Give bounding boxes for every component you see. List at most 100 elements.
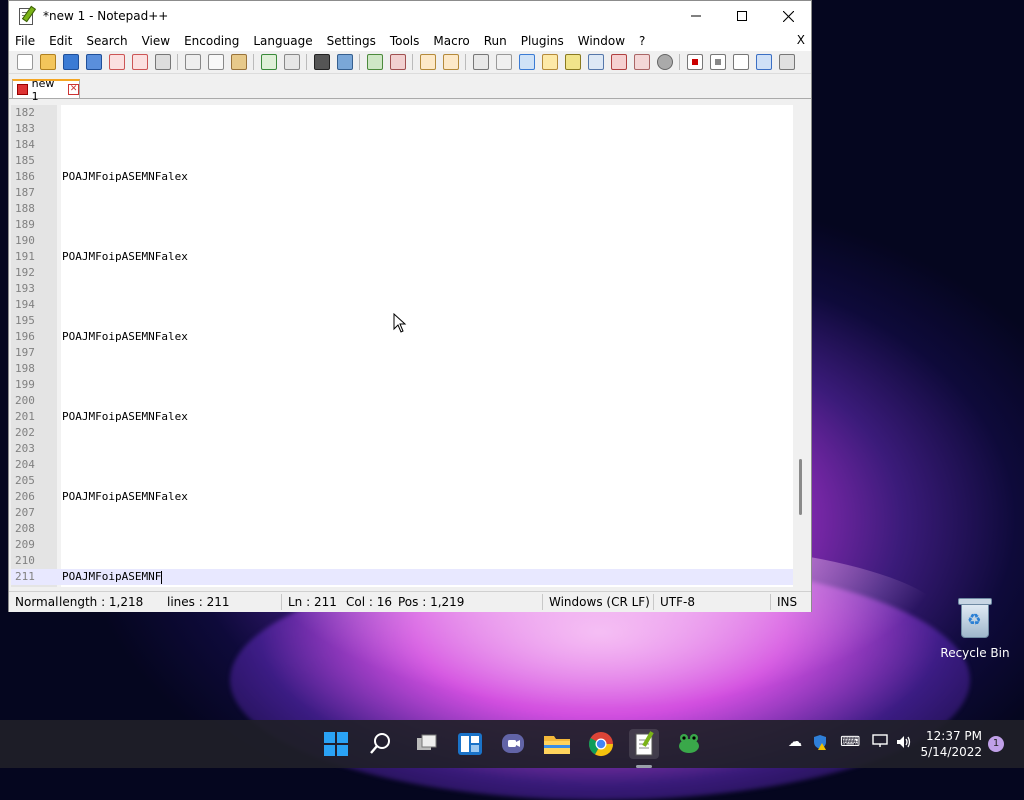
onedrive-offline-icon[interactable]: ☁ [788, 734, 802, 750]
paste-icon[interactable] [230, 54, 247, 70]
replace-icon[interactable] [336, 54, 353, 70]
zoom-out-icon[interactable] [389, 54, 406, 70]
word-wrap-icon[interactable] [472, 54, 489, 70]
menu-tools[interactable]: Tools [383, 34, 427, 48]
editor-line[interactable]: 201 POAJMFoipASEMNFalex [11, 409, 793, 425]
save-icon[interactable] [62, 54, 79, 70]
recycle-bin-shortcut[interactable]: ♻ Recycle Bin [940, 598, 1010, 660]
editor-line[interactable]: 187 [11, 185, 793, 201]
editor-line[interactable]: 210 [11, 553, 793, 569]
sync-vertical-icon[interactable] [419, 54, 436, 70]
undo-icon[interactable] [260, 54, 277, 70]
minimize-button[interactable] [673, 1, 719, 31]
editor-line[interactable]: 192 [11, 265, 793, 281]
editor-line[interactable]: 185 [11, 153, 793, 169]
menu-search[interactable]: Search [79, 34, 134, 48]
run-macro-multiple-icon[interactable] [755, 54, 772, 70]
editor-line[interactable]: 189 [11, 217, 793, 233]
close-button[interactable] [765, 1, 811, 31]
chrome-button[interactable] [586, 729, 616, 759]
vertical-scrollbar[interactable] [793, 105, 809, 587]
keyboard-icon[interactable]: ⌨ [840, 734, 860, 750]
monitoring-icon[interactable] [656, 54, 673, 70]
menu-plugins[interactable]: Plugins [514, 34, 571, 48]
tab-close-icon[interactable]: ✕ [68, 84, 79, 95]
text-editor[interactable]: 182 183 184 185 186 POAJMFoipASEMNFalex 187 188… [11, 105, 793, 587]
find-icon[interactable] [313, 54, 330, 70]
editor-line[interactable]: 199 [11, 377, 793, 393]
notepadpp-taskbar-button[interactable] [629, 729, 659, 759]
editor-line[interactable]: 183 [11, 121, 793, 137]
playback-macro-icon[interactable] [732, 54, 749, 70]
taskbar-clock[interactable]: 12:37 PM 5/14/2022 [918, 728, 982, 760]
close-file-icon[interactable] [108, 54, 125, 70]
editor-line[interactable]: 209 [11, 537, 793, 553]
editor-line[interactable]: 182 [11, 105, 793, 121]
menu-macro[interactable]: Macro [426, 34, 476, 48]
document-map-icon[interactable] [564, 54, 581, 70]
start-button[interactable] [321, 729, 351, 759]
editor-line[interactable]: 207 [11, 505, 793, 521]
close-document-button[interactable]: X [797, 33, 805, 47]
indent-guide-icon[interactable] [518, 54, 535, 70]
current-line[interactable]: 211 POAJMFoipASEMNF [11, 569, 793, 585]
task-view-button[interactable] [411, 729, 441, 759]
menu-file[interactable]: File [9, 34, 42, 48]
editor-line[interactable]: 198 [11, 361, 793, 377]
menu-edit[interactable]: Edit [42, 34, 79, 48]
chat-button[interactable] [498, 729, 528, 759]
volume-icon[interactable] [895, 734, 913, 754]
search-button[interactable] [366, 729, 396, 759]
maximize-button[interactable] [719, 1, 765, 31]
menu-settings[interactable]: Settings [320, 34, 383, 48]
copy-icon[interactable] [207, 54, 224, 70]
widgets-button[interactable] [455, 729, 485, 759]
editor-line[interactable]: 188 [11, 201, 793, 217]
tab-new-1[interactable]: new 1 ✕ [12, 77, 80, 103]
zoom-in-icon[interactable] [366, 54, 383, 70]
scrollbar-thumb[interactable] [799, 459, 802, 515]
function-list-icon[interactable] [610, 54, 627, 70]
record-macro-icon[interactable] [686, 54, 703, 70]
close-all-icon[interactable] [131, 54, 148, 70]
save-all-icon[interactable] [85, 54, 102, 70]
editor-line[interactable]: 206 POAJMFoipASEMNFalex [11, 489, 793, 505]
file-explorer-button[interactable] [542, 729, 572, 759]
editor-line[interactable]: 186 POAJMFoipASEMNFalex [11, 169, 793, 185]
show-all-chars-icon[interactable] [495, 54, 512, 70]
new-file-icon[interactable] [16, 54, 33, 70]
editor-line[interactable]: 203 [11, 441, 793, 457]
menu-help[interactable]: ? [632, 34, 652, 48]
editor-line[interactable]: 197 [11, 345, 793, 361]
udl-icon[interactable] [541, 54, 558, 70]
print-icon[interactable] [154, 54, 171, 70]
editor-line[interactable]: 204 [11, 457, 793, 473]
editor-line[interactable]: 194 [11, 297, 793, 313]
stop-recording-icon[interactable] [709, 54, 726, 70]
notification-badge[interactable]: 1 [988, 736, 1004, 752]
redo-icon[interactable] [283, 54, 300, 70]
editor-line[interactable]: 191 POAJMFoipASEMNFalex [11, 249, 793, 265]
menu-encoding[interactable]: Encoding [177, 34, 246, 48]
document-list-icon[interactable] [587, 54, 604, 70]
app-taskbar-button[interactable] [674, 729, 704, 759]
editor-line[interactable]: 193 [11, 281, 793, 297]
title-bar[interactable]: *new 1 - Notepad++ [9, 1, 811, 31]
folder-workspace-icon[interactable] [633, 54, 650, 70]
cut-icon[interactable] [184, 54, 201, 70]
save-macro-icon[interactable] [778, 54, 795, 70]
editor-line[interactable]: 200 [11, 393, 793, 409]
editor-line[interactable]: 184 [11, 137, 793, 153]
editor-line[interactable]: 202 [11, 425, 793, 441]
sync-horizontal-icon[interactable] [442, 54, 459, 70]
menu-view[interactable]: View [135, 34, 177, 48]
editor-line[interactable]: 205 [11, 473, 793, 489]
open-file-icon[interactable] [39, 54, 56, 70]
display-icon[interactable] [872, 734, 888, 752]
security-warning-icon[interactable] [812, 734, 828, 754]
menu-language[interactable]: Language [246, 34, 319, 48]
editor-line[interactable]: 190 [11, 233, 793, 249]
menu-run[interactable]: Run [477, 34, 514, 48]
menu-window[interactable]: Window [571, 34, 632, 48]
editor-line[interactable]: 208 [11, 521, 793, 537]
